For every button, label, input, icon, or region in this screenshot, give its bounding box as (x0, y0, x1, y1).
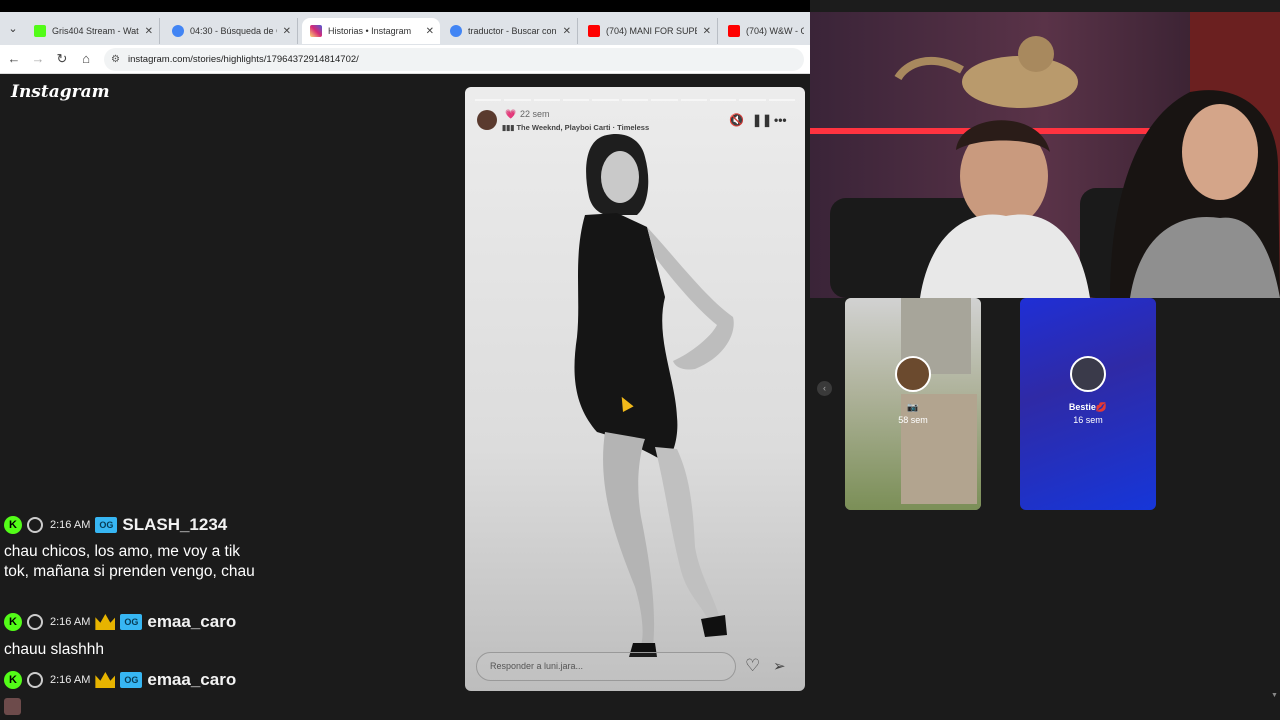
og-badge: OG (95, 517, 118, 533)
chat-message-text: chauu slashhh (4, 641, 104, 658)
og-badge: OG (120, 672, 143, 688)
highlight-name: 📷 (907, 402, 919, 412)
story-progress-bars (475, 99, 795, 101)
close-tab-icon[interactable]: ✕ (145, 26, 153, 37)
tab-search-icon[interactable]: ⌄ (4, 20, 22, 38)
story-viewer[interactable]: 💗 22 sem ▮▮▮ The Weeknd, Playboi Carti ·… (465, 87, 805, 691)
story-song[interactable]: ▮▮▮ The Weeknd, Playboi Carti · Timeless (502, 123, 649, 132)
chat-message-text: chau chicos, los amo, me voy a tik tok, … (4, 543, 255, 580)
chat-timestamp: 2:16 AM (50, 519, 91, 531)
pause-icon[interactable]: ❚❚ (752, 113, 772, 127)
google-favicon-icon (450, 25, 462, 37)
tab-google-search[interactable]: 04:30 - Búsqueda de Google ✕ (164, 18, 298, 44)
tab-title: (704) W&W - OIIA OIIA (746, 26, 804, 36)
browser-tab-bar: ⌄ Gris404 Stream - Watch Live ✕ 04:30 - … (0, 0, 810, 45)
url-field[interactable]: ⚙ instagram.com/stories/highlights/17964… (104, 48, 804, 71)
avatar (4, 698, 21, 715)
tab-title: (704) MANI FOR SUPERMAN (606, 26, 697, 36)
user-icon (27, 517, 43, 533)
kick-icon: K (4, 516, 22, 534)
more-icon[interactable]: ••• (774, 113, 787, 127)
tab-title: 04:30 - Búsqueda de Google (190, 26, 277, 36)
site-info-icon[interactable]: ⚙ (111, 48, 120, 71)
tab-kick-stream[interactable]: Gris404 Stream - Watch Live ✕ (26, 18, 160, 44)
close-tab-icon[interactable]: ✕ (426, 26, 434, 37)
tab-title: Gris404 Stream - Watch Live (52, 26, 139, 36)
webcam-feed (810, 12, 1280, 298)
reload-icon[interactable]: ↻ (54, 51, 70, 67)
reply-placeholder: Responder a luni.jara... (490, 661, 584, 671)
highlight-card-1[interactable]: 📷 58 sem (845, 298, 981, 510)
close-tab-icon[interactable]: ✕ (563, 26, 571, 37)
url-text: instagram.com/stories/highlights/1796437… (128, 54, 359, 65)
og-badge: OG (120, 614, 143, 630)
send-icon[interactable]: ➢ (773, 657, 786, 675)
mute-icon[interactable]: 🔇 (729, 113, 744, 127)
tab-title: Historias • Instagram (328, 26, 412, 36)
back-icon[interactable]: ← (6, 51, 22, 67)
highlight-cover-avatar (895, 356, 931, 392)
tab-instagram[interactable]: Historias • Instagram ✕ (302, 18, 440, 44)
close-tab-icon[interactable]: ✕ (283, 26, 291, 37)
youtube-favicon-icon (728, 25, 740, 37)
story-highlight-badge: 💗 (505, 109, 517, 119)
crown-icon (95, 672, 116, 688)
story-author-avatar[interactable] (477, 110, 497, 130)
home-icon[interactable]: ⌂ (78, 51, 94, 67)
forward-icon[interactable]: → (30, 51, 46, 67)
chat-timestamp: 2:16 AM (50, 616, 91, 628)
address-bar-row: ← → ↻ ⌂ ⚙ instagram.com/stories/highligh… (0, 45, 810, 74)
webcam-overlay (810, 12, 1280, 298)
top-strip (0, 0, 810, 12)
youtube-favicon-icon (588, 25, 600, 37)
tab-title: traductor - Buscar con Google (468, 26, 557, 36)
previous-arrow-icon[interactable]: ‹ (817, 381, 832, 396)
tab-traductor[interactable]: traductor - Buscar con Google ✕ (442, 18, 578, 44)
instagram-favicon-icon (310, 25, 322, 37)
story-time-ago: 22 sem (520, 109, 550, 119)
chat-username[interactable]: emaa_caro (147, 670, 236, 690)
kick-icon: K (4, 613, 22, 631)
chat-username[interactable]: emaa_caro (147, 612, 236, 632)
instagram-logo[interactable]: Instagram (11, 82, 110, 102)
story-song-text: The Weeknd, Playboi Carti · Timeless (516, 123, 650, 132)
highlight-time-ago: 58 sem (898, 415, 928, 425)
highlight-card-2[interactable]: Bestie💋 16 sem (1020, 298, 1156, 510)
kick-favicon-icon (34, 25, 46, 37)
music-icon: ▮▮▮ (502, 123, 517, 132)
tab-youtube-ww[interactable]: (704) W&W - OIIA OIIA (720, 18, 810, 44)
chat-message-meta: K 2:16 AM OG SLASH_1234 (4, 514, 227, 536)
highlight-name: Bestie💋 (1068, 402, 1108, 412)
chat-timestamp: 2:16 AM (50, 674, 91, 686)
chat-username[interactable]: SLASH_1234 (122, 515, 227, 535)
heart-icon[interactable]: ♡ (745, 656, 760, 676)
highlight-time-ago: 16 sem (1073, 415, 1103, 425)
chat-message-meta: K 2:16 AM OG emaa_caro (4, 611, 236, 633)
kick-icon: K (4, 671, 22, 689)
scroll-down-icon[interactable]: ▼ (1271, 692, 1278, 699)
google-favicon-icon (172, 25, 184, 37)
story-photo (574, 133, 734, 657)
stream-chat-overlay: K 2:16 AM OG SLASH_1234 chau chicos, los… (0, 512, 264, 720)
chat-message-meta: K 2:16 AM OG emaa_caro (4, 669, 236, 691)
crown-icon (95, 614, 116, 630)
highlight-cover-avatar (1070, 356, 1106, 392)
tab-youtube-mani[interactable]: (704) MANI FOR SUPERMAN ✕ (580, 18, 718, 44)
user-icon (27, 672, 43, 688)
close-tab-icon[interactable]: ✕ (703, 26, 711, 37)
reply-input[interactable]: Responder a luni.jara... (476, 652, 736, 681)
user-icon (27, 614, 43, 630)
